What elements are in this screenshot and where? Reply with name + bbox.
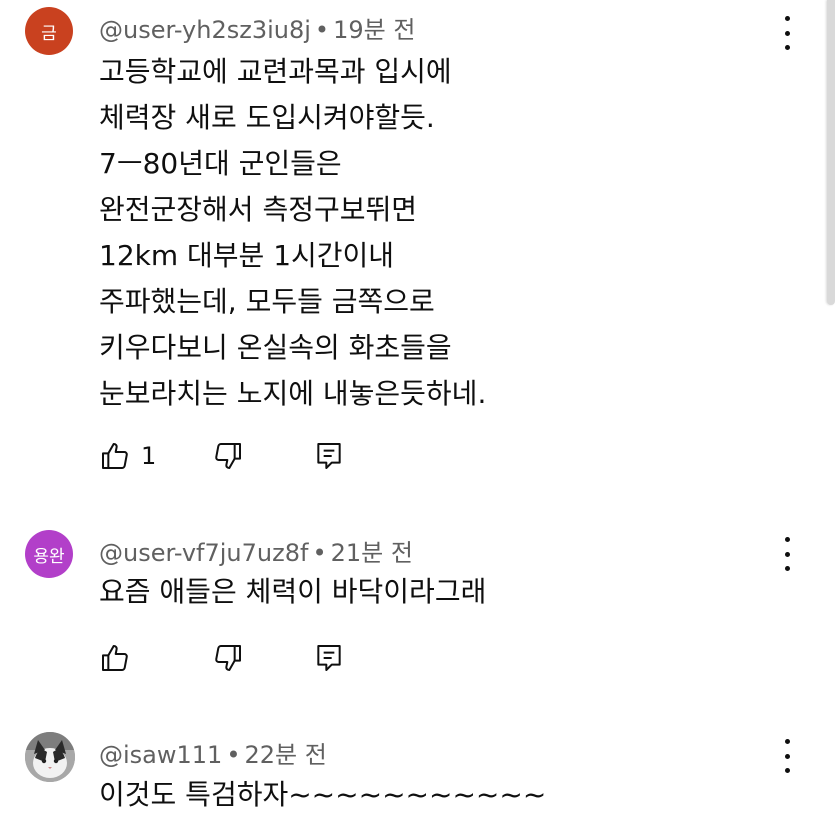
thumbs-up-icon <box>102 443 128 469</box>
avatar[interactable] <box>25 732 75 782</box>
comment-text: 고등학교에 교련과목과 입시에 체력장 새로 도입시켜야할듯. 7ㅡ80년대 군… <box>99 49 486 417</box>
separator-dot: • <box>226 741 241 769</box>
comment-line: 눈보라치는 노지에 내놓은듯하네. <box>99 377 487 410</box>
comment-time[interactable]: 19분 전 <box>333 16 415 44</box>
separator-dot: • <box>314 16 330 44</box>
more-vert-icon[interactable] <box>775 16 799 50</box>
scrollbar[interactable] <box>827 0 835 305</box>
comment-line: 이것도 특검하자~~~~~~~~~~~ <box>99 778 547 811</box>
comment-line: 주파했는데, 모두들 금쪽으로 <box>99 285 435 318</box>
thumbs-down-icon <box>215 645 241 671</box>
comment-line: 12km 대부분 1시간이내 <box>99 239 395 272</box>
comment-meta: @user-yh2sz3iu8j • 19분 전 <box>99 10 415 45</box>
like-count: 1 <box>141 442 157 470</box>
comment-text: 요즘 애들은 체력이 바닥이라그래 <box>99 569 486 615</box>
more-vert-icon[interactable] <box>775 739 799 773</box>
dislike-button[interactable] <box>212 440 244 472</box>
dislike-button[interactable] <box>212 642 244 674</box>
comment-meta: @isaw111 • 22분 전 <box>99 735 327 770</box>
comment-line: 체력장 새로 도입시켜야할듯. <box>99 101 435 134</box>
comment-line: 완전군장해서 측정구보뛰면 <box>99 193 418 226</box>
comment-item: 용완 @user-vf7ju7uz8f • 21분 전 요즘 애들은 체력이 바닥이… <box>0 520 835 700</box>
avatar[interactable]: 용완 <box>25 530 73 578</box>
like-button[interactable]: 1 <box>99 440 156 472</box>
author-name[interactable]: @isaw111 <box>99 741 222 769</box>
comment-line: 키우다보니 온실속의 화초들을 <box>99 331 452 364</box>
reply-icon <box>317 645 341 671</box>
avatar-initials: 용완 <box>33 546 65 567</box>
comment-text: 이것도 특검하자~~~~~~~~~~~ <box>99 772 546 818</box>
comment-item: @isaw111 • 22분 전 이것도 특검하자~~~~~~~~~~~ <box>0 720 835 833</box>
comment-time[interactable]: 22분 전 <box>244 741 326 769</box>
author-name[interactable]: @user-vf7ju7uz8f <box>99 539 308 567</box>
comment-line: 7ㅡ80년대 군인들은 <box>99 147 342 180</box>
cat-avatar-icon <box>25 732 75 782</box>
reply-button[interactable] <box>313 642 345 674</box>
comment-time[interactable]: 21분 전 <box>331 539 413 567</box>
comment-line: 요즘 애들은 체력이 바닥이라그래 <box>99 575 487 608</box>
separator-dot: • <box>312 539 327 567</box>
reply-button[interactable] <box>313 440 345 472</box>
comment-line: 고등학교에 교련과목과 입시에 <box>99 55 452 88</box>
thumbs-down-icon <box>215 443 241 469</box>
more-vert-icon[interactable] <box>775 537 799 571</box>
reply-icon <box>317 443 341 469</box>
like-button[interactable] <box>99 642 131 674</box>
avatar[interactable]: 금 <box>25 7 73 55</box>
thumbs-up-icon <box>102 645 128 671</box>
comment-meta: @user-vf7ju7uz8f • 21분 전 <box>99 533 413 568</box>
comment-item: 금 @user-yh2sz3iu8j • 19분 전 고등학교에 교련과목과 입시에… <box>0 0 835 500</box>
avatar-initials: 금 <box>41 23 57 44</box>
author-name[interactable]: @user-yh2sz3iu8j <box>99 16 311 44</box>
